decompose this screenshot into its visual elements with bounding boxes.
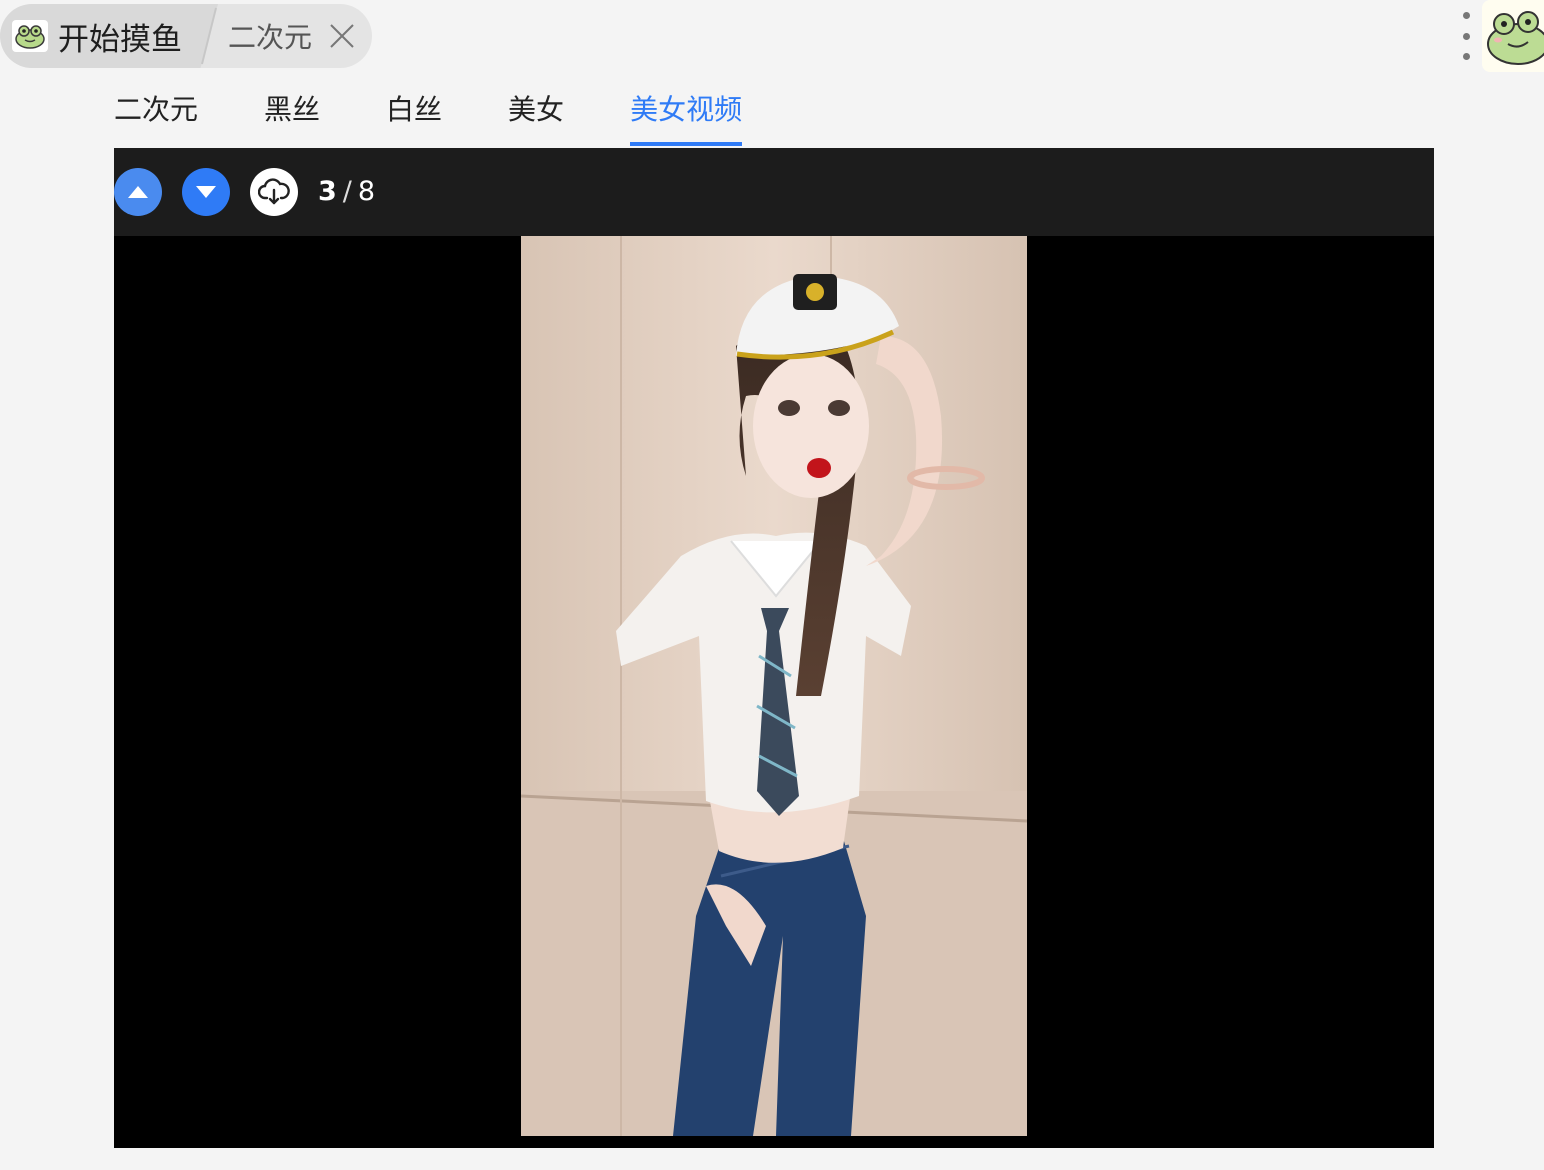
frog-avatar-icon [1487,11,1544,65]
video-player: 3/8 [114,148,1434,1148]
close-icon[interactable] [328,22,356,50]
tab-meinv[interactable]: 美女 [508,88,564,146]
tab-meinv-video[interactable]: 美女视频 [630,88,743,146]
category-tabs: 二次元 黑丝 白丝 美女 美女视频 [114,88,808,148]
prev-button[interactable] [114,168,162,216]
download-button[interactable] [250,168,298,216]
page-counter: 3/8 [318,174,375,210]
player-toolbar: 3/8 [114,148,1434,236]
more-vertical-icon[interactable] [1456,12,1476,60]
counter-separator: / [342,176,352,207]
cloud-download-icon [258,178,290,205]
arrow-up-icon [128,186,148,198]
more-dot [1462,53,1470,60]
breadcrumb: 开始摸鱼 二次元 [0,4,372,68]
tab-heisi[interactable]: 黑丝 [264,88,320,146]
tab-erciyuan[interactable]: 二次元 [114,88,198,146]
breadcrumb-home-label: 开始摸鱼 [58,21,182,58]
page: 开始摸鱼 二次元 二次元 黑丝 白丝 美女 美女视频 3 / 8 [0,0,1544,1170]
breadcrumb-separator [201,7,217,65]
breadcrumb-current-label: 二次元 [228,21,313,54]
video-frame[interactable] [521,236,1027,1136]
more-dot [1462,12,1470,19]
video-still-image [521,236,1027,1136]
frog-icon [12,20,48,52]
more-dot [1462,32,1470,40]
tab-baisi[interactable]: 白丝 [386,88,442,146]
avatar[interactable] [1482,0,1544,72]
breadcrumb-home[interactable]: 开始摸鱼 [0,4,218,68]
counter-current: 3 [318,176,337,207]
next-button[interactable] [182,168,230,216]
counter-total: 8 [357,176,376,207]
breadcrumb-current: 二次元 [228,4,356,68]
arrow-down-icon [196,186,216,198]
